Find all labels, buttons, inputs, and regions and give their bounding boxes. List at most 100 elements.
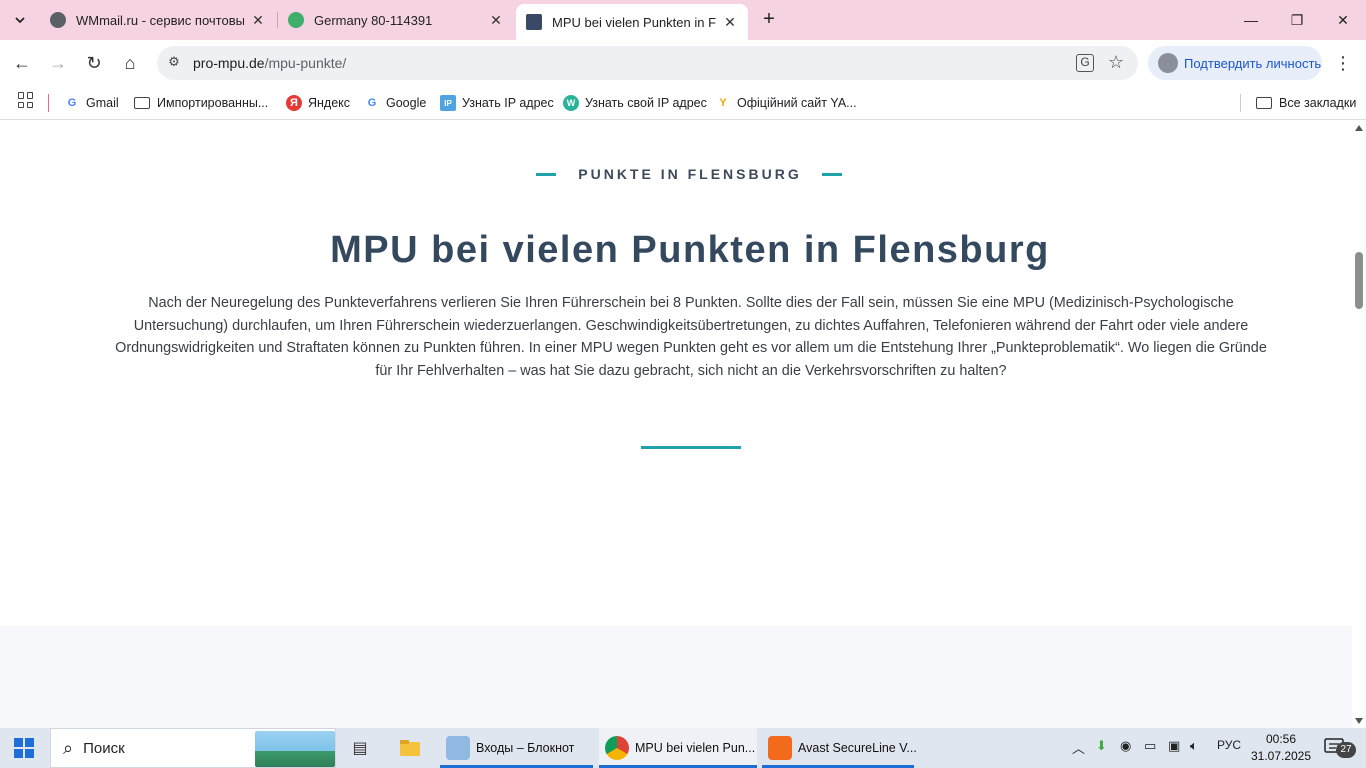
- windows-start-icon[interactable]: [14, 738, 34, 758]
- folder-icon: [134, 97, 150, 109]
- back-arrow-icon[interactable]: ←: [8, 49, 36, 77]
- bookmark-my-ip[interactable]: W Узнать свой IP адрес: [563, 93, 707, 113]
- bookmark-label: Узнать свой IP адрес: [585, 96, 707, 110]
- url-host: pro-mpu.de: [193, 55, 265, 71]
- browser-toolbar: ← → ↻ ⌂ ⚙ pro-mpu.de/mpu-punkte/ G ☆ Под…: [0, 40, 1366, 86]
- ip-icon: IP: [440, 95, 456, 111]
- section-divider: [641, 446, 741, 449]
- notepad-icon: [446, 736, 470, 760]
- chrome-icon: [605, 736, 629, 760]
- translate-icon[interactable]: G: [1076, 54, 1094, 72]
- taskbar-search[interactable]: ⌕ Поиск: [50, 728, 336, 768]
- bookmark-ip[interactable]: IP Узнать IP адрес: [440, 93, 554, 113]
- profile-label: Подтвердить личность: [1184, 55, 1322, 71]
- tab-mpu-active[interactable]: MPU bei vielen Punkten in Flens ✕: [516, 4, 748, 40]
- wmmail-favicon: [50, 12, 66, 28]
- apps-grid-icon[interactable]: [18, 92, 34, 108]
- url-path: /mpu-punkte/: [264, 55, 347, 71]
- question-favicon: [288, 12, 304, 28]
- folder-icon: [1256, 97, 1272, 109]
- w-icon: W: [563, 95, 579, 111]
- bookmark-label: Яндекс: [308, 96, 351, 110]
- task-view-icon[interactable]: ▤: [348, 736, 372, 760]
- notification-count-badge: 27: [1336, 742, 1356, 758]
- eyebrow-dash-right: [822, 173, 842, 176]
- clock-time: 00:56: [1265, 732, 1297, 746]
- content-section: PUNKTE IN FLENSBURG MPU bei vielen Punkt…: [0, 121, 1352, 626]
- scroll-thumb[interactable]: [1355, 252, 1363, 309]
- page-title: MPU bei vielen Punkten in Flensburg: [330, 229, 1050, 271]
- address-bar[interactable]: ⚙ pro-mpu.de/mpu-punkte/ G ☆: [157, 46, 1138, 80]
- bookmark-label: Офіційний сайт YA...: [737, 96, 857, 110]
- google-g-icon: G: [367, 97, 377, 109]
- windows-taskbar: ⌕ Поиск ▤ Входы – Блокнот MPU bei vielen…: [0, 728, 1366, 768]
- wifi-icon[interactable]: ◉: [1120, 738, 1131, 754]
- new-tab-button[interactable]: +: [758, 9, 780, 31]
- bookmark-label: Все закладки: [1279, 96, 1357, 110]
- taskbar-app-notepad[interactable]: Входы – Блокнот: [440, 728, 593, 768]
- download-arrow-icon[interactable]: ⬇: [1096, 738, 1107, 754]
- bookmark-imported[interactable]: Импортированны...: [134, 93, 268, 113]
- bookmark-label: Импортированны...: [157, 96, 269, 110]
- next-section: [0, 626, 1352, 728]
- system-clock[interactable]: 00:56 31.07.2025: [1250, 731, 1312, 765]
- scroll-down-arrow-icon[interactable]: [1355, 718, 1363, 724]
- search-highlight-image: [255, 731, 335, 767]
- forward-arrow-icon[interactable]: →: [44, 49, 72, 77]
- site-info-icon[interactable]: ⚙: [165, 54, 183, 72]
- bookmarks-bar: G Gmail Импортированны... Я Яндекс G Goo…: [0, 86, 1366, 120]
- close-tab-icon[interactable]: ✕: [722, 14, 738, 31]
- yandex-icon: Я: [286, 95, 302, 111]
- bookmark-google[interactable]: G Google: [364, 93, 427, 113]
- ma-favicon: [526, 14, 542, 30]
- bookmark-yandex[interactable]: Я Яндекс: [286, 93, 350, 113]
- all-bookmarks[interactable]: Все закладки: [1256, 93, 1356, 113]
- bookmarks-separator: [1240, 94, 1241, 112]
- bookmarks-separator: [48, 94, 49, 112]
- search-label: Поиск: [83, 739, 125, 757]
- file-explorer-icon[interactable]: [398, 736, 422, 760]
- section-eyebrow: PUNKTE IN FLENSBURG: [578, 166, 802, 182]
- network-icon[interactable]: ▣: [1168, 738, 1180, 754]
- taskbar-app-label: Avast SecureLine V...: [798, 741, 917, 755]
- avast-lock-icon: [768, 736, 792, 760]
- home-icon[interactable]: ⌂: [116, 49, 144, 77]
- search-icon: ⌕: [63, 737, 74, 758]
- clock-date: 31.07.2025: [1250, 749, 1312, 763]
- language-indicator[interactable]: РУС: [1217, 738, 1241, 752]
- taskbar-app-chrome[interactable]: MPU bei vielen Pun...: [599, 728, 757, 768]
- taskbar-app-avast[interactable]: Avast SecureLine V...: [762, 728, 917, 768]
- close-tab-icon[interactable]: ✕: [250, 12, 266, 29]
- intro-paragraph: Nach der Neuregelung des Punkteverfahren…: [115, 295, 1267, 379]
- volume-icon[interactable]: 🔈︎: [1190, 738, 1198, 754]
- close-tab-icon[interactable]: ✕: [488, 12, 504, 29]
- taskbar-app-label: MPU bei vielen Pun...: [635, 741, 756, 755]
- tray-chevron-up-icon[interactable]: ︿: [1072, 738, 1085, 757]
- profile-button[interactable]: Подтвердить личность: [1148, 46, 1322, 80]
- avatar: [1158, 53, 1178, 73]
- tab-wmmail[interactable]: WMmail.ru - сервис почтовых ✕: [40, 0, 276, 40]
- restore-icon[interactable]: ❐: [1274, 0, 1320, 40]
- minimize-icon[interactable]: —: [1228, 0, 1274, 40]
- bookmark-label: Gmail: [86, 96, 119, 110]
- tab-search-chevron-icon[interactable]: [8, 8, 32, 32]
- tab-title: WMmail.ru - сервис почтовых: [76, 12, 244, 28]
- bookmark-star-icon[interactable]: ☆: [1108, 52, 1124, 73]
- battery-icon[interactable]: ▭: [1144, 738, 1156, 754]
- close-window-icon[interactable]: ✕: [1320, 0, 1366, 40]
- url-text: pro-mpu.de/mpu-punkte/: [193, 55, 346, 71]
- bookmark-gmail[interactable]: G Gmail: [64, 93, 119, 113]
- bookmark-label: Узнать IP адрес: [462, 96, 554, 110]
- scroll-up-arrow-icon[interactable]: [1355, 125, 1363, 131]
- tab-title: MPU bei vielen Punkten in Flens: [552, 14, 716, 30]
- notifications-icon[interactable]: 27: [1324, 738, 1356, 758]
- page-viewport: PUNKTE IN FLENSBURG MPU bei vielen Punkt…: [0, 121, 1352, 728]
- page-scrollbar[interactable]: [1352, 121, 1366, 728]
- menu-kebab-icon[interactable]: ⋮: [1332, 52, 1354, 74]
- y-logo-icon: Y: [719, 97, 727, 109]
- tab-germany[interactable]: Germany 80-114391 ✕: [278, 0, 514, 40]
- reload-icon[interactable]: ↻: [80, 49, 108, 77]
- taskbar-app-label: Входы – Блокнот: [476, 741, 575, 755]
- google-g-icon: G: [67, 97, 77, 109]
- bookmark-ya-official[interactable]: Y Офіційний сайт YA...: [715, 93, 857, 113]
